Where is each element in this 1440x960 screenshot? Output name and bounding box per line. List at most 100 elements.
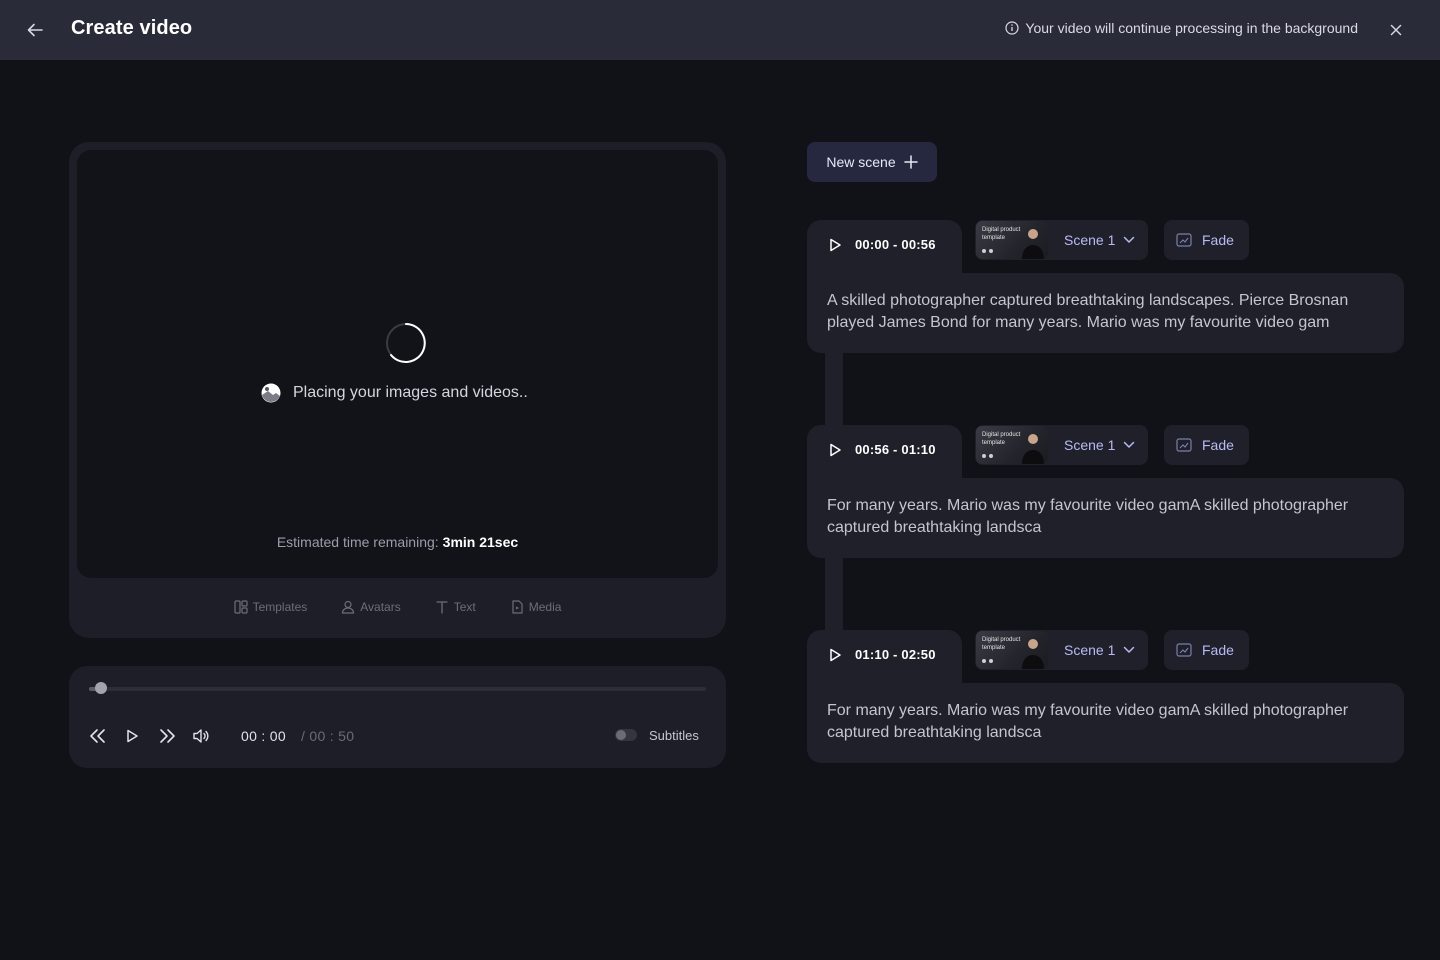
scene-select[interactable]: Digital product template Scene 1 xyxy=(975,630,1148,670)
template-thumbnail: Digital product template xyxy=(976,426,1048,464)
scene-script-text: For many years. Mario was my favourite v… xyxy=(827,497,1349,536)
scene-label: Scene 1 xyxy=(1064,232,1116,248)
scene-script[interactable]: A skilled photographer captured breathta… xyxy=(807,273,1404,353)
transition-label: Fade xyxy=(1202,232,1234,248)
template-thumbnail: Digital product template xyxy=(976,631,1048,669)
tool-avatars[interactable]: Avatars xyxy=(341,600,401,614)
current-time: 00 : 00 xyxy=(241,728,286,744)
rewind-icon xyxy=(90,729,105,743)
loading-status: Placing your images and videos.. xyxy=(261,383,528,403)
scene-script-text: A skilled photographer captured breathta… xyxy=(827,292,1349,331)
new-scene-label: New scene xyxy=(826,154,896,170)
thumbnail-dots xyxy=(982,659,993,663)
scene-time-tab: 00:56 - 01:10 xyxy=(807,425,962,485)
presenter-avatar-icon xyxy=(1022,639,1044,669)
scene-connector xyxy=(825,350,843,430)
total-duration: / 00 : 50 xyxy=(301,728,355,744)
eta-value: 3min 21sec xyxy=(442,534,519,550)
scene-dropdown[interactable]: Scene 1 xyxy=(1064,642,1135,658)
loading-spinner-icon xyxy=(386,323,426,363)
scene-card: 00:00 - 00:56 Digital product template S… xyxy=(807,220,1404,353)
play-icon[interactable] xyxy=(827,647,843,663)
eta-label: Estimated time remaining: xyxy=(276,534,439,550)
editor-tools: Templates Avatars Text Media xyxy=(69,600,726,614)
tool-media[interactable]: Media xyxy=(510,600,562,614)
fast-forward-button[interactable] xyxy=(157,726,179,746)
media-icon xyxy=(512,600,523,614)
text-icon xyxy=(436,601,448,614)
new-scene-button[interactable]: New scene xyxy=(807,142,937,182)
tool-label: Media xyxy=(528,600,562,614)
play-icon[interactable] xyxy=(827,442,843,458)
info-icon xyxy=(1005,21,1020,35)
video-player-controls: 00 : 00 / 00 : 50 Subtitles xyxy=(69,666,726,768)
tool-text[interactable]: Text xyxy=(435,600,476,614)
fast-forward-icon xyxy=(160,729,175,743)
transition-icon xyxy=(1176,438,1192,452)
scene-select[interactable]: Digital product template Scene 1 xyxy=(975,425,1148,465)
transition-button[interactable]: Fade xyxy=(1164,630,1249,670)
play-icon[interactable] xyxy=(827,237,843,253)
avatar-icon xyxy=(342,600,355,614)
close-button[interactable] xyxy=(1384,18,1408,42)
scene-time-tab: 00:00 - 00:56 xyxy=(807,220,962,280)
arrow-left-icon xyxy=(27,23,43,37)
scene-card: 01:10 - 02:50 Digital product template S… xyxy=(807,630,1404,763)
image-placing-icon xyxy=(261,383,281,403)
page-title: Create video xyxy=(71,17,193,39)
scene-script[interactable]: For many years. Mario was my favourite v… xyxy=(807,478,1404,558)
transition-icon xyxy=(1176,233,1192,247)
template-thumbnail: Digital product template xyxy=(976,221,1048,259)
transition-button[interactable]: Fade xyxy=(1164,220,1249,260)
transition-icon xyxy=(1176,643,1192,657)
scene-dropdown[interactable]: Scene 1 xyxy=(1064,437,1135,453)
scene-script[interactable]: For many years. Mario was my favourite v… xyxy=(807,683,1404,763)
chevron-down-icon xyxy=(1124,646,1135,653)
transition-label: Fade xyxy=(1202,437,1234,453)
presenter-avatar-icon xyxy=(1022,434,1044,464)
scene-time-range: 01:10 - 02:50 xyxy=(855,647,936,662)
subtitles-label: Subtitles xyxy=(649,728,699,743)
scene-label: Scene 1 xyxy=(1064,437,1116,453)
scene-dropdown[interactable]: Scene 1 xyxy=(1064,232,1135,248)
scene-connector xyxy=(825,555,843,635)
presenter-avatar-icon xyxy=(1022,229,1044,259)
progress-track[interactable] xyxy=(89,682,706,694)
chevron-down-icon xyxy=(1124,441,1135,448)
estimated-time: Estimated time remaining: 3min 21sec xyxy=(77,534,718,550)
progress-handle[interactable] xyxy=(95,682,108,694)
video-preview-card: Placing your images and videos.. Estimat… xyxy=(69,142,726,638)
templates-icon xyxy=(233,600,248,614)
video-preview-screen: Placing your images and videos.. Estimat… xyxy=(77,150,718,578)
scene-time-range: 00:56 - 01:10 xyxy=(855,442,936,457)
tool-templates[interactable]: Templates xyxy=(233,600,308,614)
scene-script-text: For many years. Mario was my favourite v… xyxy=(827,702,1349,741)
close-icon xyxy=(1390,24,1402,36)
thumbnail-dots xyxy=(982,249,993,253)
transition-label: Fade xyxy=(1202,642,1234,658)
toggle-knob xyxy=(616,730,626,740)
scene-label: Scene 1 xyxy=(1064,642,1116,658)
notice-text: Your video will continue processing in t… xyxy=(1025,20,1358,36)
tool-label: Text xyxy=(453,600,476,614)
play-button[interactable] xyxy=(121,726,143,746)
thumbnail-dots xyxy=(982,454,993,458)
scene-time-tab: 01:10 - 02:50 xyxy=(807,630,962,690)
back-button[interactable] xyxy=(22,18,48,42)
loading-text: Placing your images and videos.. xyxy=(293,384,528,401)
transition-button[interactable]: Fade xyxy=(1164,425,1249,465)
play-icon xyxy=(127,729,138,743)
volume-icon xyxy=(193,729,209,743)
chevron-down-icon xyxy=(1124,236,1135,243)
tool-label: Templates xyxy=(252,600,308,614)
scene-card: 00:56 - 01:10 Digital product template S… xyxy=(807,425,1404,558)
processing-notice: Your video will continue processing in t… xyxy=(1005,20,1358,36)
plus-icon xyxy=(903,155,918,169)
subtitles-toggle[interactable] xyxy=(615,729,637,741)
scene-time-range: 00:00 - 00:56 xyxy=(855,237,936,252)
tool-label: Avatars xyxy=(360,600,401,614)
volume-button[interactable] xyxy=(190,726,212,746)
scene-select[interactable]: Digital product template Scene 1 xyxy=(975,220,1148,260)
rewind-button[interactable] xyxy=(86,726,108,746)
top-bar: Create video Your video will continue pr… xyxy=(0,0,1440,60)
